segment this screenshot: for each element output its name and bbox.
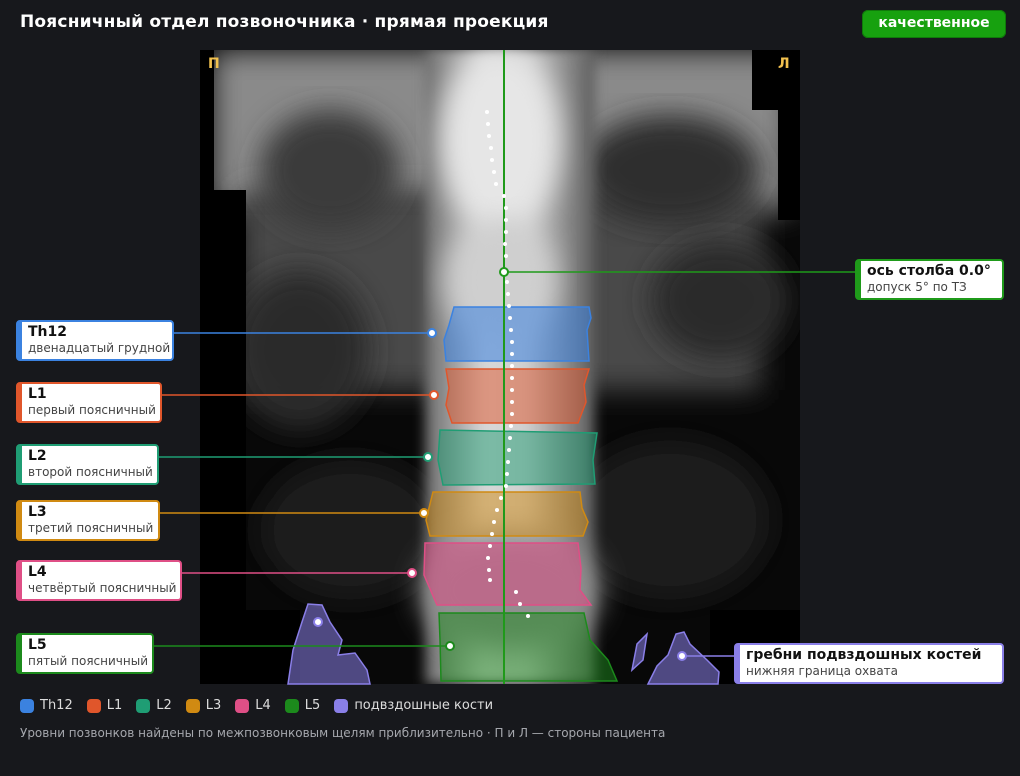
callout-l3-name: L3	[28, 504, 47, 520]
callout-l3: L3 третий поясничный	[16, 500, 160, 541]
patient-right-marker: П	[208, 56, 220, 72]
patient-left-marker: Л	[778, 56, 790, 72]
callout-axis-desc: допуск 5° по ТЗ	[867, 280, 967, 294]
callout-l1: L1 первый поясничный	[16, 382, 162, 423]
callout-axis: ось столба 0.0° допуск 5° по ТЗ	[855, 259, 1004, 300]
legend-label: Th12	[40, 698, 73, 713]
callout-l4: L4 четвёртый поясничный	[16, 560, 182, 601]
footnote: Уровни позвонков найдены по межпозвонков…	[20, 726, 666, 740]
callout-iliac: гребни подвздошных костей нижняя граница…	[734, 643, 1004, 684]
callout-axis-name: ось столба 0.0°	[867, 263, 991, 279]
page-title: Поясничный отдел позвоночника · прямая п…	[20, 12, 549, 32]
legend-swatch	[185, 698, 200, 713]
legend-item: L2	[136, 698, 172, 713]
legend-label: L4	[255, 698, 271, 713]
callout-l2-name: L2	[28, 448, 47, 464]
legend-swatch	[136, 698, 151, 713]
legend-item: подвздошные кости	[334, 698, 493, 713]
callout-th12-desc: двенадцатый грудной	[28, 341, 171, 355]
legend-swatch	[284, 698, 299, 713]
legend-item: L3	[185, 698, 222, 713]
callout-th12: Th12 двенадцатый грудной	[16, 320, 174, 361]
legend: Th12 L1 L2 L3 L4 L5 подвздошные кости	[20, 698, 507, 713]
callout-l4-name: L4	[28, 564, 47, 580]
xray-image	[200, 50, 800, 684]
legend-label: подвздошные кости	[354, 698, 494, 713]
callout-l4-desc: четвёртый поясничный	[28, 581, 177, 595]
callout-th12-name: Th12	[28, 324, 67, 340]
legend-item: L5	[284, 698, 321, 713]
callout-iliac-desc: нижняя граница охвата	[746, 664, 899, 678]
legend-label: L3	[205, 698, 222, 713]
legend-label: L5	[304, 698, 321, 713]
callout-l1-name: L1	[28, 386, 47, 402]
callout-l2: L2 второй поясничный	[16, 444, 159, 485]
legend-item: Th12	[20, 698, 73, 713]
legend-swatch	[86, 698, 101, 713]
callout-iliac-name: гребни подвздошных костей	[746, 647, 982, 663]
legend-swatch	[235, 698, 250, 713]
quality-badge: качественное	[862, 10, 1006, 38]
callout-l1-desc: первый поясничный	[28, 403, 156, 417]
legend-swatch	[20, 698, 34, 713]
legend-item: L1	[86, 698, 123, 713]
callout-l3-desc: третий поясничный	[28, 521, 154, 535]
callout-l5-desc: пятый поясничный	[28, 654, 148, 668]
legend-item: L4	[235, 698, 271, 713]
callout-l5: L5 пятый поясничный	[16, 633, 154, 674]
callout-l5-name: L5	[28, 637, 47, 653]
legend-label: L1	[106, 698, 123, 713]
legend-label: L2	[156, 698, 172, 713]
callout-l2-desc: второй поясничный	[28, 465, 153, 479]
legend-swatch	[334, 698, 349, 713]
